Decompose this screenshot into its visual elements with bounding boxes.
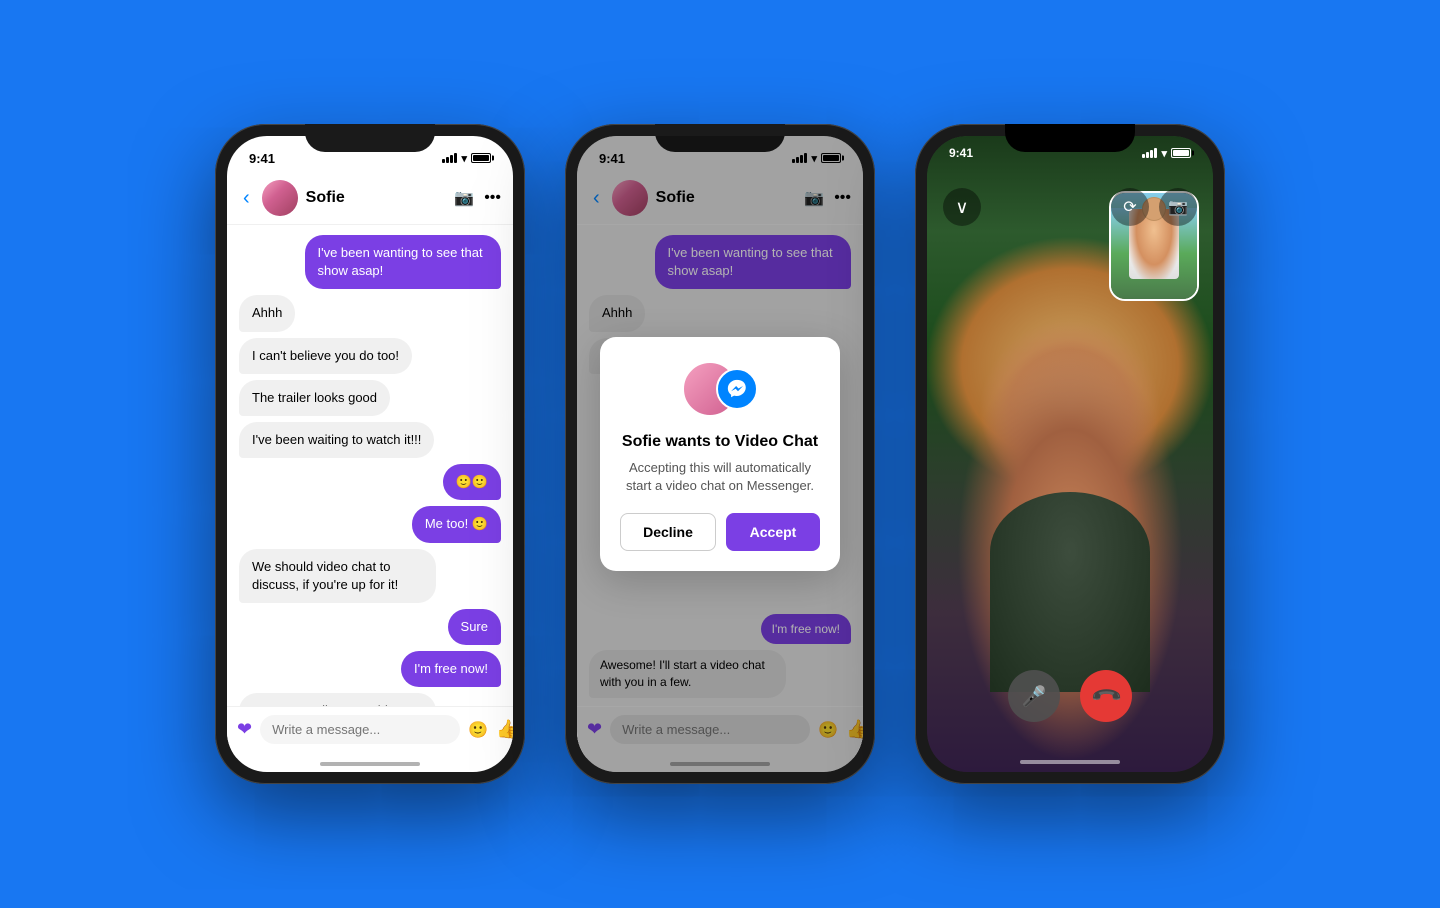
home-indicator-3 [1020,760,1120,764]
video-chat-modal: Sofie wants to Video Chat Accepting this… [600,337,840,571]
person-body [990,492,1150,692]
video-toggle-button[interactable]: 📷 [1159,188,1197,226]
msg-1-8: We should video chat to discuss, if you'… [239,549,436,603]
phone-3-screen: 9:41 ▾ ∨ [927,136,1213,772]
modal-avatars [620,361,820,417]
end-call-button[interactable]: 📞 [1080,670,1132,722]
messages-area-1: I've been wanting to see that show asap!… [227,225,513,706]
wifi-icon-1: ▾ [461,152,467,165]
chevron-down-icon: ∨ [955,198,968,216]
video-call-button-1[interactable]: 📷 [454,188,474,208]
modal-messenger-icon [716,368,758,410]
msg-1-4: The trailer looks good [239,380,390,416]
header-icons-1: 📷 ••• [454,188,501,208]
status-time-1: 9:41 [249,151,275,166]
msg-1-2: Ahhh [239,295,295,331]
mute-button[interactable]: 🎤 [1008,670,1060,722]
phone-2-screen: 9:41 ▾ ‹ Sofie 📷 ••• [577,136,863,772]
battery-icon-1 [471,153,491,163]
msg-1-9: Sure [448,609,501,645]
phone-3: 9:41 ▾ ∨ [915,124,1225,784]
msg-1-1: I've been wanting to see that show asap! [305,235,502,289]
end-call-icon: 📞 [1088,678,1123,713]
status-icons-1: ▾ [442,152,491,165]
status-bar-3: 9:41 ▾ [927,136,1213,164]
modal-overlay: Sofie wants to Video Chat Accepting this… [577,136,863,772]
msg-1-5: I've been waiting to watch it!!! [239,422,434,458]
phone-2: 9:41 ▾ ‹ Sofie 📷 ••• [565,124,875,784]
notch-1 [305,124,435,152]
accept-button[interactable]: Accept [726,513,820,551]
video-bottom-controls: 🎤 📞 [927,670,1213,722]
input-bar-1: ❤ 🙂 👍 [227,706,513,758]
camera-switch-icon: ⟳ [1123,197,1136,217]
camera-switch-button[interactable]: ⟳ [1111,188,1149,226]
message-input-1[interactable] [260,715,460,744]
status-time-3: 9:41 [949,146,973,160]
mic-icon: 🎤 [1022,684,1047,709]
modal-title: Sofie wants to Video Chat [620,433,820,451]
phone-1-screen: 9:41 ▾ ‹ Sofie 📷 ••• [227,136,513,772]
phone-1: 9:41 ▾ ‹ Sofie 📷 ••• [215,124,525,784]
top-right-controls: ⟳ 📷 [1111,188,1197,226]
minimize-button[interactable]: ∨ [943,188,981,226]
msg-1-3: I can't believe you do too! [239,338,412,374]
heart-icon-1[interactable]: ❤ [237,719,252,740]
video-top-controls: ∨ ⟳ 📷 [927,180,1213,234]
modal-description: Accepting this will automatically start … [620,459,820,495]
signal-icon-3 [1142,148,1157,158]
status-icons-3: ▾ [1142,147,1191,160]
battery-icon-3 [1171,148,1191,158]
decline-button[interactable]: Decline [620,513,716,551]
modal-buttons: Decline Accept [620,513,820,551]
thumbs-up-button-1[interactable]: 👍 [496,719,513,740]
avatar-1[interactable] [262,180,298,216]
msg-1-7: Me too! 🙂 [412,506,501,542]
video-call-screen: 9:41 ▾ ∨ [927,136,1213,772]
signal-icon-1 [442,153,457,163]
chat-header-1: ‹ Sofie 📷 ••• [227,174,513,225]
msg-1-11: Awesome! I'll start a video chat with yo… [239,693,436,706]
contact-name-1: Sofie [306,189,447,207]
msg-1-10: I'm free now! [401,651,501,687]
back-button-1[interactable]: ‹ [239,185,254,212]
video-icon: 📷 [1168,197,1188,217]
avatar-img-1 [262,180,298,216]
msg-1-6: 🙂🙂 [443,464,501,500]
more-button-1[interactable]: ••• [484,189,501,207]
home-indicator-1 [320,762,420,766]
wifi-icon-3: ▾ [1161,147,1167,160]
emoji-button-1[interactable]: 🙂 [468,720,488,740]
